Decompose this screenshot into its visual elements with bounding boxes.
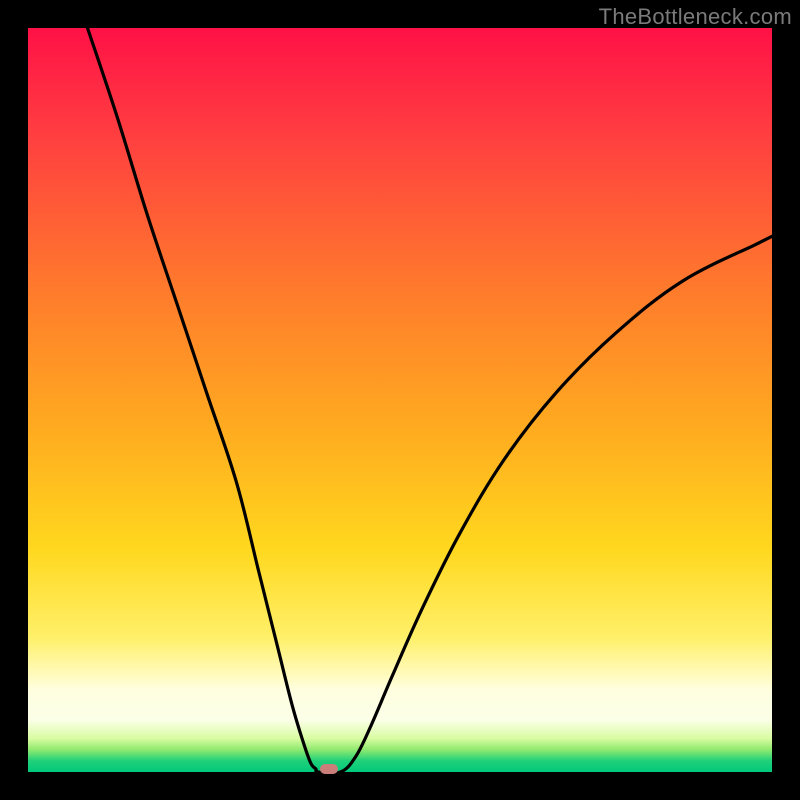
curve-path (88, 28, 772, 772)
optimal-marker (320, 764, 338, 774)
plot-area (28, 28, 772, 772)
watermark-text: TheBottleneck.com (599, 4, 792, 30)
bottleneck-curve (28, 28, 772, 772)
outer-frame: TheBottleneck.com (0, 0, 800, 800)
